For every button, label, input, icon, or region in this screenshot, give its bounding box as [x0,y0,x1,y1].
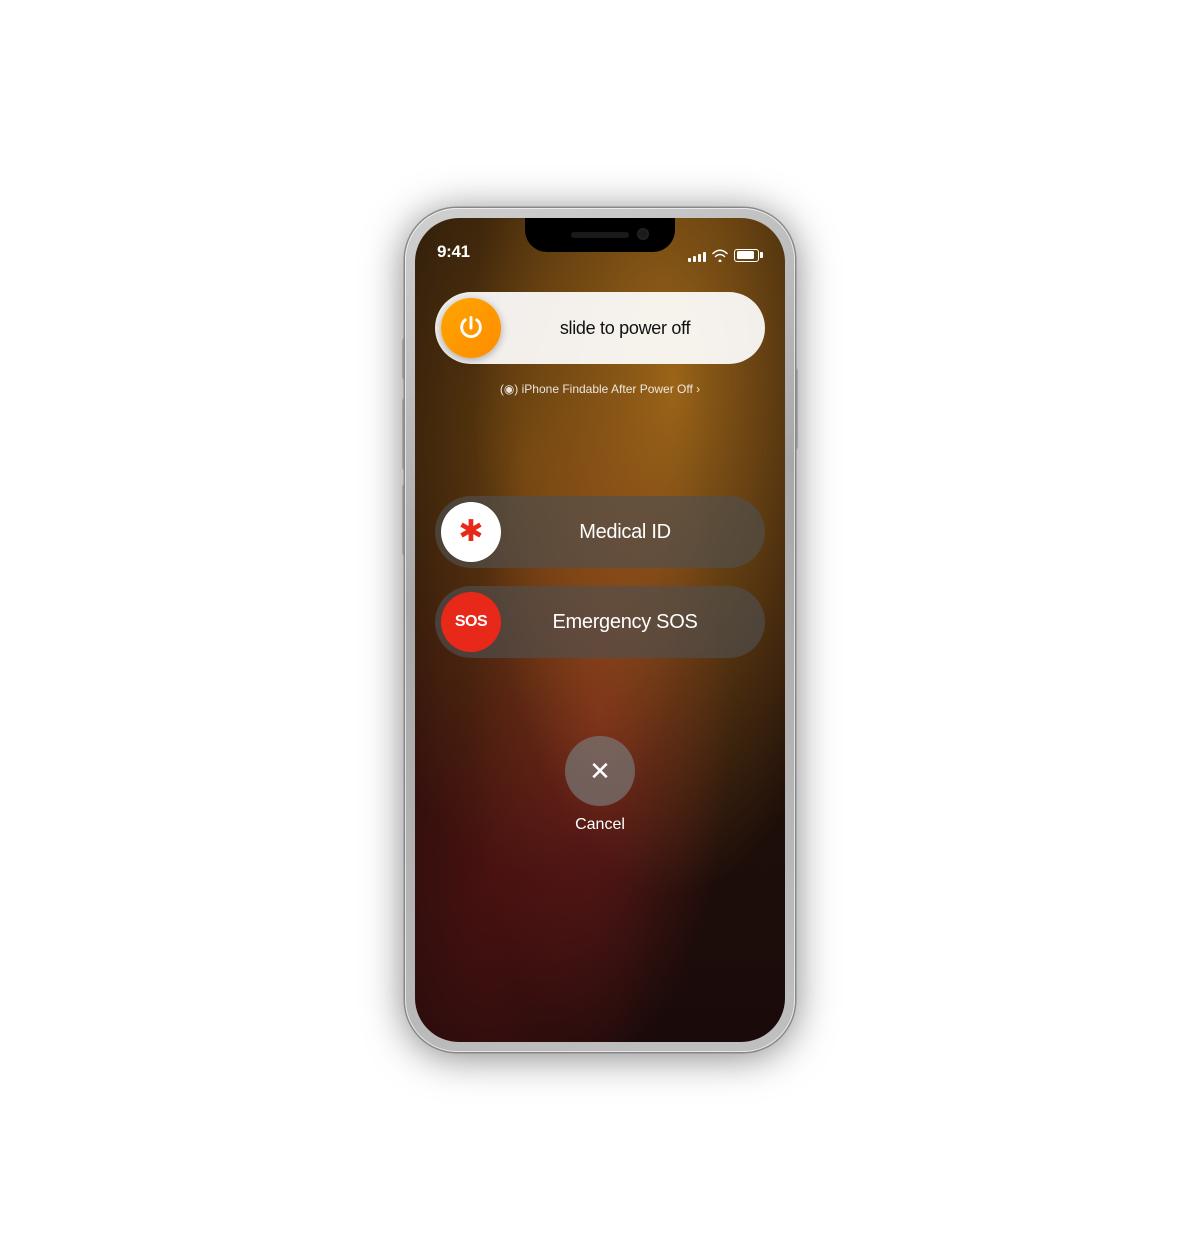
power-icon [457,314,485,342]
sos-icon: SOS [455,613,487,631]
phone-device: 9:41 [405,208,795,1052]
cancel-label: Cancel [575,816,625,834]
status-time: 9:41 [437,242,470,262]
sos-icon-circle: SOS [441,592,501,652]
front-camera [637,228,649,240]
notch [525,218,675,252]
medical-id-icon-circle: ✱ [441,502,501,562]
emergency-sos-slider[interactable]: SOS Emergency SOS [435,586,765,658]
power-off-slider[interactable]: slide to power off [435,292,765,364]
wifi-icon [712,249,728,262]
power-slider-thumb[interactable] [441,298,501,358]
cancel-icon: ✕ [589,758,611,784]
signal-icon [688,248,706,262]
medical-id-slider[interactable]: ✱ Medical ID [435,496,765,568]
findable-label: (◉) iPhone Findable After Power Off › [500,382,700,396]
screen-content: slide to power off (◉) iPhone Findable A… [415,268,785,1042]
power-off-label: slide to power off [501,318,759,339]
cancel-button[interactable]: ✕ [565,736,635,806]
emergency-sos-label: Emergency SOS [501,611,759,634]
medical-id-label: Medical ID [501,521,759,544]
battery-icon [734,249,763,262]
phone-screen: 9:41 [415,218,785,1042]
status-icons [688,248,763,262]
findable-text: (◉) iPhone Findable After Power Off › [500,382,700,396]
speaker [571,232,629,238]
cancel-container: ✕ Cancel [565,736,635,834]
medical-icon: ✱ [458,517,483,547]
